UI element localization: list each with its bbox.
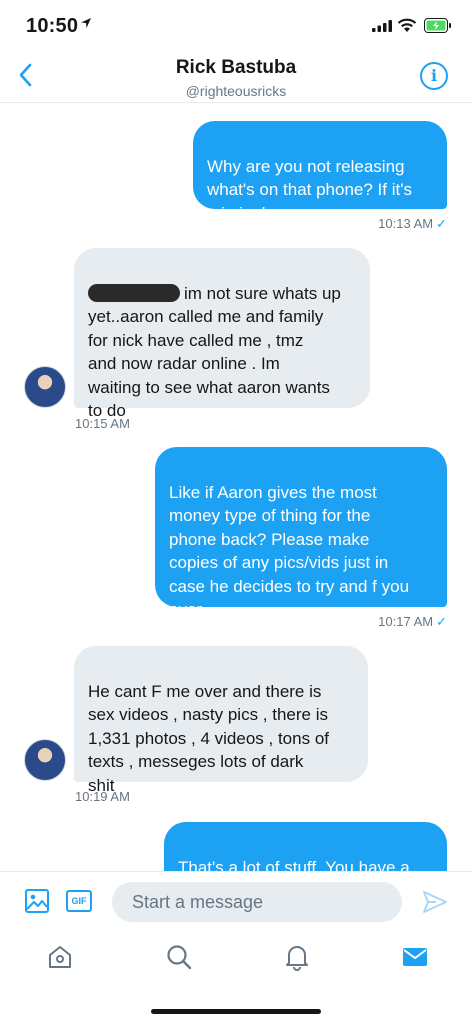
gif-button[interactable]: GIF xyxy=(66,890,92,912)
cellular-signal-icon xyxy=(372,20,392,32)
conversation-header: Rick Bastuba @righteousricks i xyxy=(0,50,472,103)
message-text: He cant F me over and there is sex video… xyxy=(88,681,329,795)
location-arrow-icon xyxy=(81,18,91,28)
message-timestamp: 10:17 AM ✓ xyxy=(378,614,447,629)
battery-charging-icon xyxy=(424,18,451,33)
message-text: Why are you not releasing what's on that… xyxy=(207,156,412,223)
message-timestamp: 10:15 AM xyxy=(75,416,130,431)
contact-name[interactable]: Rick Bastuba xyxy=(0,57,472,79)
message-bubble-incoming[interactable]: im not sure whats up yet..aaron called m… xyxy=(74,248,370,420)
wifi-icon xyxy=(397,18,417,32)
status-time: 10:50 xyxy=(26,15,79,37)
message-bubble-outgoing[interactable]: Like if Aaron gives the most money type … xyxy=(155,447,447,619)
contact-avatar[interactable] xyxy=(24,739,66,781)
contact-handle: @righteousricks xyxy=(185,83,287,99)
image-icon[interactable] xyxy=(24,888,50,914)
info-icon[interactable]: i xyxy=(420,62,448,90)
message-text: That's a lot of stuff. You have a lot of… xyxy=(178,857,410,872)
message-bubble-incoming[interactable]: He cant F me over and there is sex video… xyxy=(74,646,368,795)
message-input[interactable]: Start a message xyxy=(112,882,402,922)
send-icon[interactable] xyxy=(422,890,448,914)
notifications-icon[interactable] xyxy=(283,943,311,971)
message-composer: GIF Start a message xyxy=(0,871,472,932)
search-icon[interactable] xyxy=(165,943,193,971)
home-icon[interactable] xyxy=(46,943,74,971)
read-check-icon: ✓ xyxy=(436,614,447,629)
message-text: Like if Aaron gives the most money type … xyxy=(169,482,410,620)
message-text: im not sure whats up yet..aaron called m… xyxy=(88,283,341,421)
message-list[interactable]: Why are you not releasing what's on that… xyxy=(0,103,472,871)
status-bar: 10:50 xyxy=(0,0,472,50)
home-indicator xyxy=(151,1009,321,1014)
message-timestamp: 10:13 AM ✓ xyxy=(378,216,447,231)
read-check-icon: ✓ xyxy=(436,216,447,231)
redaction-mark xyxy=(88,283,180,302)
message-timestamp: 10:19 AM xyxy=(75,789,130,804)
contact-avatar[interactable] xyxy=(24,366,66,408)
message-bubble-outgoing[interactable]: That's a lot of stuff. You have a lot of… xyxy=(164,822,447,871)
messages-icon[interactable] xyxy=(401,943,429,971)
message-bubble-outgoing[interactable]: Why are you not releasing what's on that… xyxy=(193,121,447,223)
